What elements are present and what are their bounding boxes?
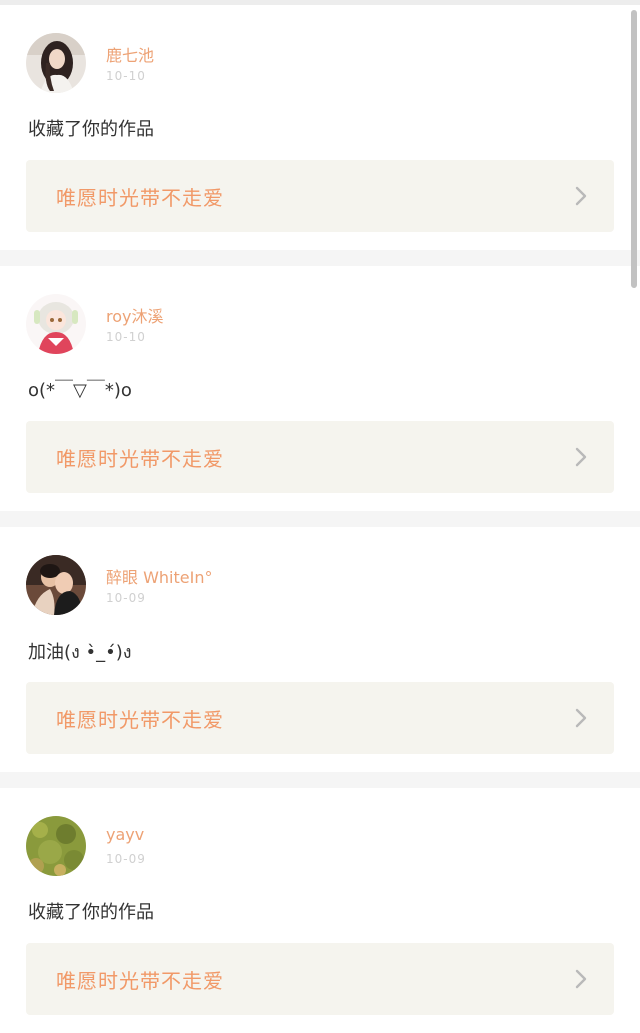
username[interactable]: 鹿七池 — [106, 42, 154, 66]
avatar[interactable] — [26, 555, 86, 615]
avatar[interactable] — [26, 33, 86, 93]
notification-card: yayv 10-09 收藏了你的作品 唯愿时光带不走爱 — [0, 788, 640, 1033]
timestamp: 10-09 — [106, 852, 146, 866]
notification-message: o(*￣▽￣*)o — [28, 380, 132, 401]
notification-card: 鹿七池 10-10 收藏了你的作品 唯愿时光带不走爱 — [0, 5, 640, 250]
work-link-card[interactable]: 唯愿时光带不走爱 — [26, 943, 614, 1015]
chevron-right-icon — [575, 969, 587, 989]
work-title: 唯愿时光带不走爱 — [56, 969, 224, 993]
username[interactable]: 醉眼 WhiteIn° — [106, 564, 212, 588]
avatar[interactable] — [26, 294, 86, 354]
timestamp: 10-10 — [106, 69, 146, 83]
avatar-couple-icon — [26, 555, 86, 615]
card-separator — [0, 511, 640, 527]
chevron-right-icon — [575, 708, 587, 728]
work-link-card[interactable]: 唯愿时光带不走爱 — [26, 421, 614, 493]
work-title: 唯愿时光带不走爱 — [56, 186, 224, 210]
avatar-anime-girl-icon — [26, 294, 86, 354]
avatar-girl-long-hair-icon — [26, 33, 86, 93]
card-separator — [0, 250, 640, 266]
notification-message: 收藏了你的作品 — [28, 902, 154, 923]
work-title: 唯愿时光带不走爱 — [56, 447, 224, 471]
work-link-card[interactable]: 唯愿时光带不走爱 — [26, 160, 614, 232]
avatar-green-field-icon — [26, 816, 86, 876]
username[interactable]: yayv — [106, 825, 144, 844]
username[interactable]: roy沐溪 — [106, 303, 164, 327]
work-link-card[interactable]: 唯愿时光带不走爱 — [26, 682, 614, 754]
work-title: 唯愿时光带不走爱 — [56, 708, 224, 732]
timestamp: 10-10 — [106, 330, 146, 344]
notification-card: 醉眼 WhiteIn° 10-09 加油(ง •̀_•́)ง 唯愿时光带不走爱 — [0, 527, 640, 772]
notification-message: 加油(ง •̀_•́)ง — [28, 642, 132, 663]
avatar[interactable] — [26, 816, 86, 876]
notification-feed: 鹿七池 10-10 收藏了你的作品 唯愿时光带不走爱 roy沐溪 10-10 o… — [0, 5, 640, 1033]
scrollbar[interactable] — [631, 10, 637, 288]
chevron-right-icon — [575, 447, 587, 467]
chevron-right-icon — [575, 186, 587, 206]
notification-message: 收藏了你的作品 — [28, 119, 154, 140]
notification-card: roy沐溪 10-10 o(*￣▽￣*)o 唯愿时光带不走爱 — [0, 266, 640, 511]
timestamp: 10-09 — [106, 591, 146, 605]
card-separator — [0, 772, 640, 788]
